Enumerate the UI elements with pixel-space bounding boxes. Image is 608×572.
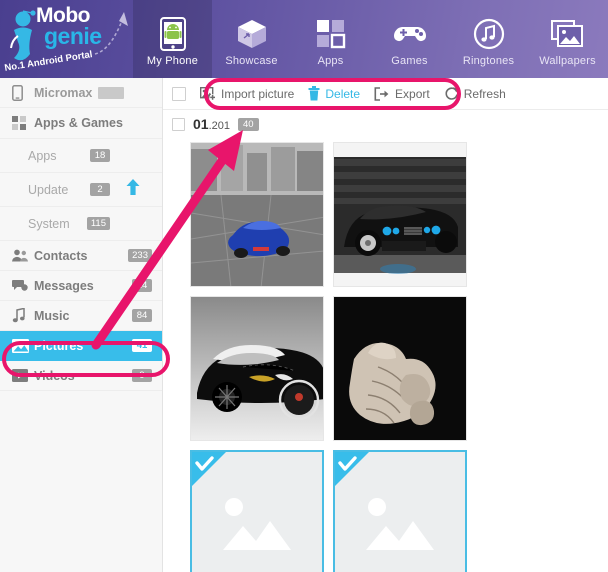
- cube-icon: [236, 15, 268, 53]
- date-group-count: 40: [238, 117, 259, 131]
- music-note-icon: [12, 308, 34, 323]
- pictures-grid: I Love FREE Software: [163, 138, 608, 572]
- thumbnail-item[interactable]: [190, 450, 324, 572]
- nav-label: Games: [391, 55, 428, 67]
- main-navigation: My Phone Showcase Apps Games Ringtones W…: [133, 0, 607, 78]
- sidebar-item-update[interactable]: Update 2: [0, 173, 162, 207]
- sidebar-item-videos[interactable]: Videos 9: [0, 361, 162, 391]
- sidebar-badge: 233: [128, 249, 152, 262]
- sidebar-item-label: Apps & Games: [34, 116, 123, 130]
- nav-item-showcase[interactable]: Showcase: [212, 0, 291, 78]
- nav-label: Showcase: [225, 55, 278, 67]
- app-header: Mobo genie No.1 Android Portal My Phone …: [0, 0, 608, 78]
- date-group-header: 01.201 40: [163, 110, 608, 138]
- grid-squares-icon: [316, 15, 346, 53]
- nav-item-wallpapers[interactable]: Wallpapers: [528, 0, 607, 78]
- sidebar-badge: 115: [86, 217, 110, 230]
- refresh-icon: [444, 86, 459, 101]
- export-icon: [374, 86, 390, 101]
- photo-clasped-hands: [334, 297, 466, 440]
- gamepad-icon: [393, 15, 427, 53]
- picture-icon: [12, 338, 34, 353]
- photo-black-bugatti-veyron: [191, 297, 323, 440]
- logo-wordmark: Mobo genie: [36, 5, 102, 48]
- nav-label: Ringtones: [462, 55, 515, 67]
- import-picture-icon: [200, 86, 216, 101]
- device-name-redaction: [98, 86, 125, 99]
- sidebar: Micromax Apps & Games Apps 18 Update 2 S…: [0, 78, 163, 572]
- mobogenie-window: Mobo genie No.1 Android Portal My Phone …: [0, 0, 608, 572]
- video-play-icon: [12, 369, 34, 382]
- date-rest: .201: [208, 120, 230, 132]
- delete-button[interactable]: Delete: [308, 86, 360, 101]
- sidebar-item-label: Update: [28, 182, 69, 197]
- thumbnail-item[interactable]: [190, 296, 324, 441]
- photo-blue-sports-car: [191, 143, 323, 286]
- nav-label: Apps: [317, 55, 344, 67]
- sidebar-item-music[interactable]: Music 84: [0, 301, 162, 331]
- phone-android-icon: [159, 15, 186, 53]
- sidebar-item-label: System: [28, 216, 70, 231]
- sidebar-item-pictures[interactable]: Pictures 41: [0, 331, 162, 361]
- thumbnail-item[interactable]: [333, 142, 467, 287]
- content-area: Import picture Delete Export Refresh 01.…: [163, 78, 608, 572]
- toolbar-button-label: Refresh: [463, 86, 506, 101]
- trash-icon: [308, 86, 320, 101]
- toolbar-button-label: Export: [395, 86, 430, 101]
- selected-checkmark-icon: [192, 452, 226, 491]
- refresh-button[interactable]: Refresh: [444, 86, 506, 101]
- nav-item-games[interactable]: Games: [370, 0, 449, 78]
- nav-item-ringtones[interactable]: Ringtones: [449, 0, 528, 78]
- nav-item-apps[interactable]: Apps: [291, 0, 370, 78]
- thumbnail-item[interactable]: [333, 296, 467, 441]
- sidebar-badge: 18: [90, 149, 110, 162]
- selected-checkmark-icon: [335, 452, 369, 491]
- toolbar-button-label: Import picture: [221, 86, 295, 101]
- phone-outline-icon: [12, 84, 34, 101]
- sidebar-badge: 9: [132, 369, 152, 382]
- toolbar-button-label: Delete: [325, 86, 361, 101]
- nav-label: Wallpapers: [539, 55, 596, 67]
- mobogenie-logo[interactable]: Mobo genie No.1 Android Portal: [0, 0, 133, 78]
- import-picture-button[interactable]: Import picture: [200, 86, 295, 101]
- photo-black-bmw-blue-headlights: [334, 143, 466, 286]
- sidebar-item-label: Contacts: [34, 248, 88, 263]
- sidebar-item-label: Music: [34, 308, 70, 323]
- sidebar-badge: 2: [90, 183, 110, 196]
- nav-label: My Phone: [146, 55, 199, 67]
- pictures-toolbar: Import picture Delete Export Refresh: [163, 78, 608, 110]
- sidebar-item-system[interactable]: System 115: [0, 207, 162, 241]
- sidebar-badge: 84: [132, 309, 152, 322]
- sidebar-item-apps[interactable]: Apps 18: [0, 139, 162, 173]
- sidebar-badge: 41: [132, 339, 152, 352]
- pictures-stack-icon: [550, 15, 585, 53]
- export-button[interactable]: Export: [374, 87, 430, 101]
- device-name: Micromax: [34, 85, 93, 100]
- sidebar-item-label: Messages: [34, 278, 94, 293]
- select-all-checkbox[interactable]: [172, 86, 186, 101]
- logo-swoosh-arrow-icon: [94, 12, 128, 55]
- music-note-circle-icon: [473, 15, 505, 53]
- message-bubble-icon: [12, 279, 34, 293]
- sidebar-item-contacts[interactable]: Contacts 233: [0, 241, 162, 271]
- up-arrow-icon[interactable]: [126, 179, 140, 200]
- sidebar-item-label: Pictures: [34, 338, 84, 353]
- apps-grid-icon: [12, 116, 34, 130]
- sidebar-item-device[interactable]: Micromax: [0, 78, 162, 108]
- sidebar-badge: 24: [132, 279, 152, 292]
- thumbnail-item[interactable]: [190, 142, 324, 287]
- thumbnail-item[interactable]: [333, 450, 467, 572]
- date-group-label: 01.201: [193, 116, 230, 132]
- nav-item-my-phone[interactable]: My Phone: [133, 0, 212, 78]
- sidebar-item-apps-and-games[interactable]: Apps & Games: [0, 108, 162, 139]
- sidebar-item-label: Videos: [34, 368, 75, 383]
- date-group-checkbox[interactable]: [172, 117, 185, 131]
- sidebar-item-label: Apps: [28, 148, 57, 163]
- sidebar-item-messages[interactable]: Messages 24: [0, 271, 162, 301]
- contacts-icon: [12, 249, 34, 262]
- date-day: 01: [193, 116, 209, 132]
